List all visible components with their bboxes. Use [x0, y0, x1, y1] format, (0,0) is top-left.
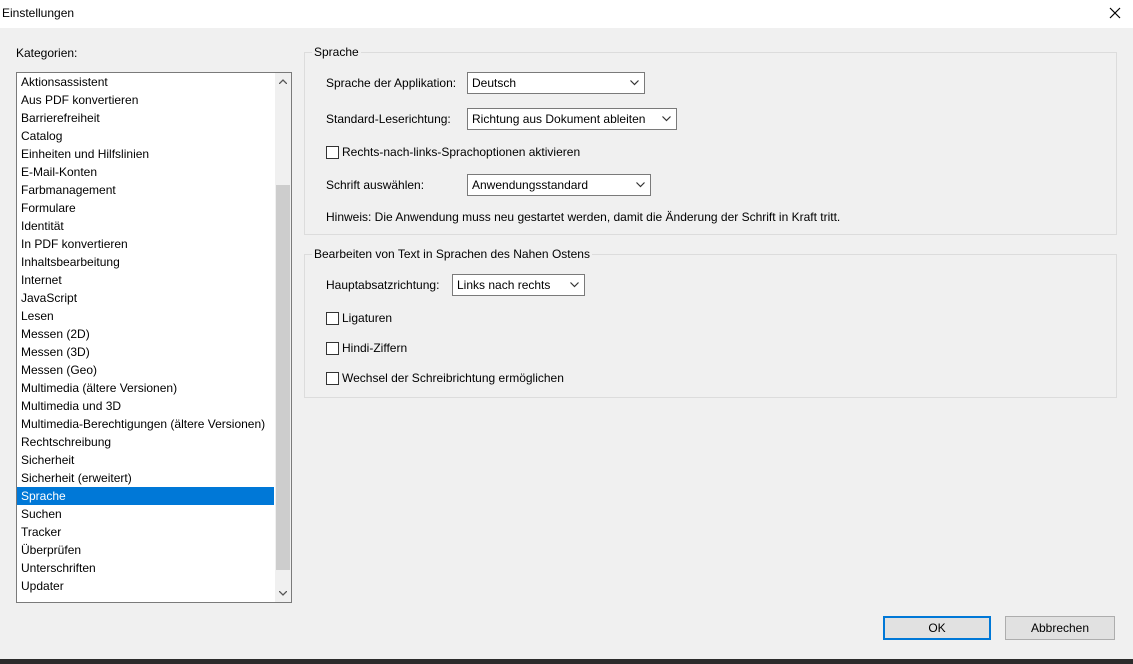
category-item[interactable]: E-Mail-Konten [17, 163, 274, 181]
writing-direction-box[interactable] [326, 372, 339, 385]
font-value: Anwendungsstandard [472, 178, 589, 192]
category-item[interactable]: Updater [17, 577, 274, 595]
font-label: Schrift auswählen: [326, 178, 425, 192]
ligatures-checkbox[interactable]: Ligaturen [326, 311, 446, 327]
writing-direction-label: Wechsel der Schreibrichtung ermöglichen [342, 371, 564, 385]
category-item[interactable]: Catalog [17, 127, 274, 145]
app-language-arrow [626, 73, 644, 93]
category-item[interactable]: Lesen [17, 307, 274, 325]
scroll-down-button[interactable] [275, 585, 291, 602]
rtl-options-checkbox[interactable]: Rechts-nach-links-Sprachoptionen aktivie… [326, 145, 626, 161]
hindi-digits-label: Hindi-Ziffern [342, 341, 408, 355]
category-item[interactable]: Rechtschreibung [17, 433, 274, 451]
chevron-down-icon [636, 182, 645, 188]
category-item[interactable]: Aktionsassistent [17, 73, 274, 91]
title-bar: Einstellungen [0, 0, 1133, 28]
reading-direction-value: Richtung aus Dokument ableiten [472, 112, 646, 126]
rtl-options-box[interactable] [326, 146, 339, 159]
category-item[interactable]: Überprüfen [17, 541, 274, 559]
paragraph-direction-arrow [566, 275, 584, 295]
writing-direction-checkbox[interactable]: Wechsel der Schreibrichtung ermöglichen [326, 371, 586, 387]
category-item[interactable]: Inhaltsbearbeitung [17, 253, 274, 271]
category-item[interactable]: Tracker [17, 523, 274, 541]
chevron-down-icon [279, 591, 287, 596]
category-item[interactable]: Barrierefreiheit [17, 109, 274, 127]
categories-items: Aktionsassistent Aus PDF konvertieren Barr… [17, 73, 274, 595]
categories-list[interactable]: Aktionsassistent Aus PDF konvertieren Barr… [16, 72, 292, 603]
category-item[interactable]: In PDF konvertieren [17, 235, 274, 253]
category-item[interactable]: Sprache [17, 487, 274, 505]
category-item[interactable]: Sicherheit (erweitert) [17, 469, 274, 487]
category-item[interactable]: Identität [17, 217, 274, 235]
scroll-thumb[interactable] [276, 185, 290, 570]
category-item[interactable]: Aus PDF konvertieren [17, 91, 274, 109]
reading-direction-label: Standard-Leserichtung: [326, 112, 451, 126]
category-item[interactable]: Multimedia und 3D [17, 397, 274, 415]
category-item[interactable]: Formulare [17, 199, 274, 217]
font-select[interactable]: Anwendungsstandard [467, 174, 651, 196]
category-item[interactable]: Messen (2D) [17, 325, 274, 343]
rtl-options-label: Rechts-nach-links-Sprachoptionen aktivie… [342, 145, 581, 159]
category-item[interactable]: Farbmanagement [17, 181, 274, 199]
ligatures-label: Ligaturen [342, 311, 393, 325]
chevron-down-icon [662, 116, 671, 122]
app-language-label: Sprache der Applikation: [326, 76, 457, 90]
chevron-down-icon [570, 282, 579, 288]
paragraph-direction-value: Links nach rechts [457, 278, 551, 292]
close-button[interactable] [1093, 0, 1133, 28]
category-item[interactable]: Suchen [17, 505, 274, 523]
category-item[interactable]: Sicherheit [17, 451, 274, 469]
close-icon [1109, 7, 1121, 19]
app-language-value: Deutsch [472, 76, 517, 90]
sprache-legend: Sprache [312, 44, 361, 60]
reading-direction-arrow [658, 109, 676, 129]
category-item[interactable]: Unterschriften [17, 559, 274, 577]
scroll-up-button[interactable] [275, 73, 291, 90]
app-language-select[interactable]: Deutsch [467, 72, 645, 94]
category-item[interactable]: Messen (Geo) [17, 361, 274, 379]
middle-east-legend: Bearbeiten von Text in Sprachen des Nahe… [312, 246, 592, 262]
category-item[interactable]: Einheiten und Hilfslinien [17, 145, 274, 163]
hindi-digits-checkbox[interactable]: Hindi-Ziffern [326, 341, 446, 357]
reading-direction-select[interactable]: Richtung aus Dokument ableiten [467, 108, 677, 130]
category-item[interactable]: JavaScript [17, 289, 274, 307]
paragraph-direction-select[interactable]: Links nach rechts [452, 274, 585, 296]
categories-scrollbar[interactable] [275, 73, 291, 602]
font-arrow [632, 175, 650, 195]
paragraph-direction-label: Hauptabsatzrichtung: [326, 278, 440, 292]
window-title: Einstellungen [2, 6, 75, 20]
categories-label: Kategorien: [16, 46, 78, 60]
taskbar-edge [0, 659, 1133, 664]
cancel-button[interactable]: Abbrechen [1005, 616, 1115, 640]
chevron-up-icon [279, 79, 287, 84]
category-item[interactable]: Messen (3D) [17, 343, 274, 361]
category-item[interactable]: Internet [17, 271, 274, 289]
ok-button[interactable]: OK [883, 616, 991, 640]
restart-hint: Hinweis: Die Anwendung muss neu gestarte… [326, 210, 841, 224]
hindi-digits-box[interactable] [326, 342, 339, 355]
category-item[interactable]: Multimedia (ältere Versionen) [17, 379, 274, 397]
ligatures-box[interactable] [326, 312, 339, 325]
chevron-down-icon [630, 80, 639, 86]
category-item[interactable]: Multimedia-Berechtigungen (ältere Versio… [17, 415, 274, 433]
